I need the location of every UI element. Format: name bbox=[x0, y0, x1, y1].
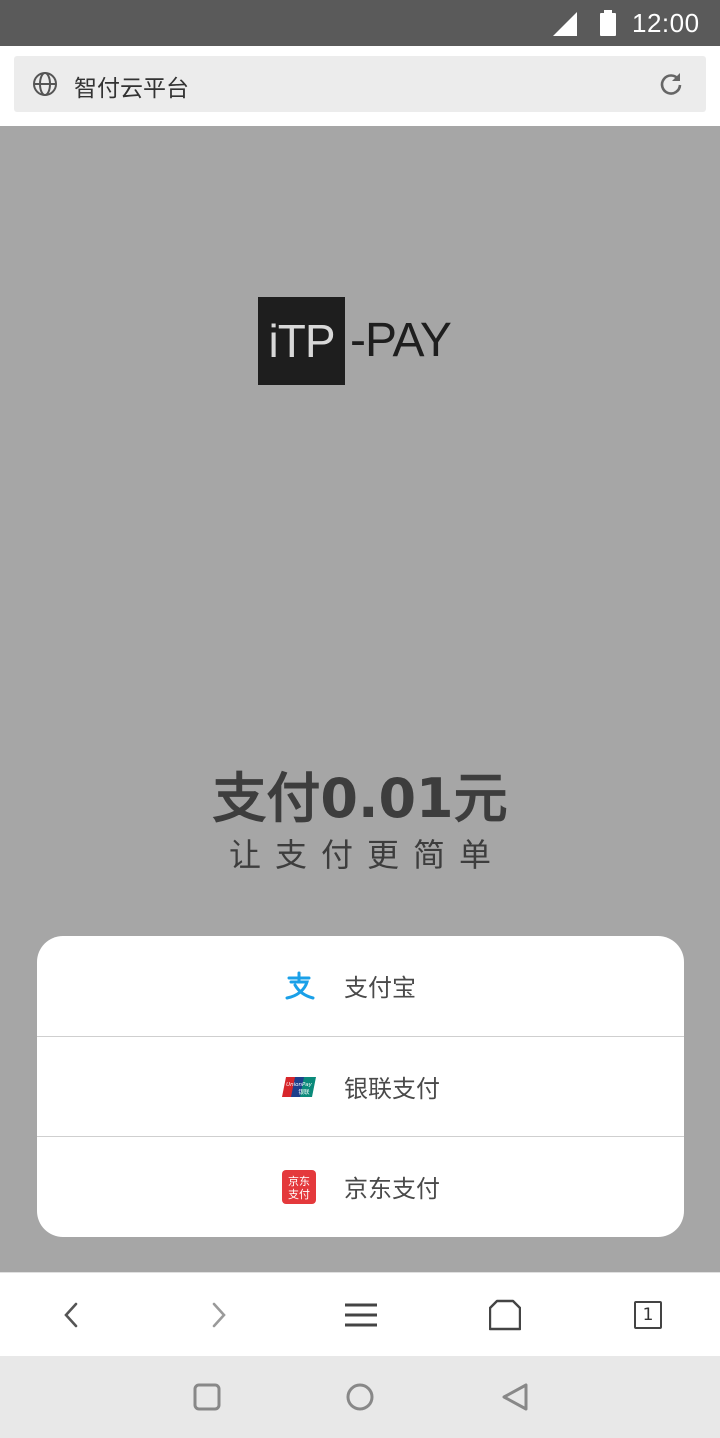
pay-option-label: 银联支付 bbox=[344, 1075, 440, 1103]
back-icon[interactable] bbox=[56, 1299, 88, 1331]
browser-toolbar: 1 bbox=[0, 1272, 720, 1356]
back-triangle-icon[interactable] bbox=[500, 1382, 530, 1412]
address-bar[interactable]: 智付云平台 bbox=[14, 56, 706, 112]
pay-option-unionpay[interactable]: UnionPay 银联 银联支付 bbox=[37, 1037, 684, 1137]
jdpay-icon: 京东 支付 bbox=[282, 1170, 316, 1204]
slogan: 让支付更简单 bbox=[228, 836, 505, 874]
pay-option-label: 支付宝 bbox=[344, 974, 416, 1002]
svg-text:支付: 支付 bbox=[288, 1188, 310, 1201]
home-circle-icon[interactable] bbox=[345, 1382, 375, 1412]
tabs-icon[interactable]: 1 bbox=[634, 1301, 662, 1329]
payment-page: iTP -PAY 支付0.01元 让支付更简单 支付宝 UnionPay 银联 … bbox=[0, 126, 720, 1272]
status-bar: 12:00 bbox=[0, 0, 720, 46]
payment-method-sheet: 支付宝 UnionPay 银联 银联支付 京东 支付 京东支付 bbox=[37, 936, 684, 1237]
forward-icon[interactable] bbox=[202, 1299, 234, 1331]
status-time: 12:00 bbox=[632, 8, 700, 38]
payment-amount: 支付0.01元 bbox=[212, 767, 508, 830]
svg-text:UnionPay: UnionPay bbox=[286, 1082, 313, 1088]
page-title: 智付云平台 bbox=[74, 76, 189, 102]
svg-text:京东: 京东 bbox=[288, 1174, 310, 1188]
pay-option-label: 京东支付 bbox=[344, 1175, 440, 1203]
signal-icon bbox=[553, 12, 577, 36]
battery-icon bbox=[600, 10, 616, 36]
logo-box: iTP bbox=[258, 297, 345, 385]
svg-text:银联: 银联 bbox=[298, 1088, 310, 1096]
logo-text: -PAY bbox=[350, 314, 452, 367]
menu-icon[interactable] bbox=[345, 1299, 377, 1331]
home-icon[interactable] bbox=[489, 1299, 521, 1331]
recents-icon[interactable] bbox=[192, 1382, 222, 1412]
reload-icon[interactable] bbox=[658, 71, 684, 97]
browser-address-area: 智付云平台 bbox=[0, 46, 720, 126]
pay-option-jdpay[interactable]: 京东 支付 京东支付 bbox=[37, 1137, 684, 1237]
unionpay-icon: UnionPay 银联 bbox=[282, 1077, 316, 1097]
alipay-icon bbox=[285, 971, 315, 1000]
system-nav-bar bbox=[0, 1356, 720, 1438]
pay-option-alipay[interactable]: 支付宝 bbox=[37, 936, 684, 1036]
globe-icon bbox=[33, 72, 57, 96]
